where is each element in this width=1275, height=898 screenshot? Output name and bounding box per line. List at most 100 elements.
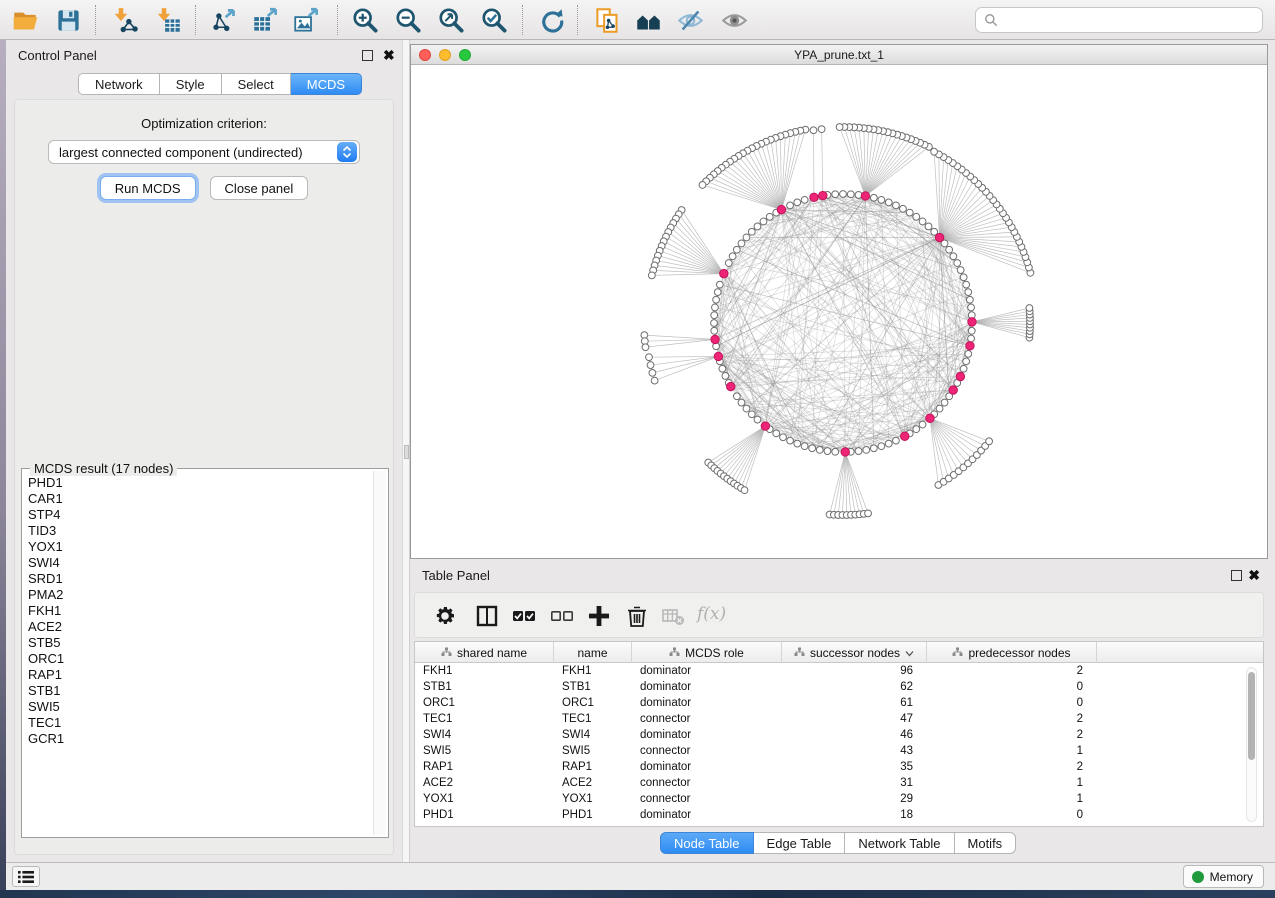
cell-successor-nodes[interactable]: 46 (782, 727, 927, 743)
float-table-panel-icon[interactable] (1231, 570, 1242, 581)
cell-predecessor-nodes[interactable]: 1 (927, 743, 1097, 759)
network-node[interactable] (733, 393, 740, 400)
network-node[interactable] (801, 443, 808, 450)
export-network-icon[interactable] (211, 7, 238, 34)
network-node[interactable] (754, 223, 761, 230)
network-node[interactable] (766, 213, 773, 220)
mcds-node-item[interactable]: STB5 (24, 635, 372, 651)
network-node[interactable] (855, 448, 862, 455)
cell-predecessor-nodes[interactable]: 1 (927, 775, 1097, 791)
network-leaf-node[interactable] (699, 182, 706, 189)
mcds-hub-node[interactable] (956, 372, 964, 380)
tab-mcds[interactable]: MCDS (291, 73, 362, 95)
cell-successor-nodes[interactable]: 96 (782, 663, 927, 679)
network-node[interactable] (832, 448, 839, 455)
cell-successor-nodes[interactable]: 31 (782, 775, 927, 791)
table-row[interactable]: ACE2ACE2connector311 (415, 775, 1263, 791)
zoom-fit-icon[interactable] (438, 7, 465, 34)
network-node[interactable] (738, 399, 745, 406)
network-node[interactable] (713, 296, 720, 303)
network-canvas[interactable] (411, 65, 1267, 558)
cell-MCDS-role[interactable]: connector (632, 791, 782, 807)
network-node[interactable] (885, 440, 892, 447)
mcds-node-item[interactable]: FKH1 (24, 603, 372, 619)
column-header-predecessor-nodes[interactable]: predecessor nodes (927, 642, 1097, 663)
network-leaf-node[interactable] (986, 438, 993, 445)
network-leaf-node[interactable] (1026, 305, 1033, 312)
task-history-button[interactable] (12, 866, 40, 887)
cell-MCDS-role[interactable]: dominator (632, 679, 782, 695)
mcds-hub-node[interactable] (714, 352, 722, 360)
network-node[interactable] (748, 411, 755, 418)
mcds-hub-node[interactable] (949, 386, 957, 394)
cell-shared-name[interactable]: SWI5 (415, 743, 554, 759)
search-input[interactable] (1003, 13, 1262, 27)
mcds-hub-node[interactable] (810, 193, 818, 201)
network-node[interactable] (748, 228, 755, 235)
column-header-MCDS-role[interactable]: MCDS role (632, 642, 782, 663)
mcds-node-item[interactable]: CAR1 (24, 491, 372, 507)
cell-name[interactable]: PHD1 (554, 807, 632, 823)
memory-button[interactable]: Memory (1183, 865, 1264, 888)
network-node[interactable] (925, 223, 932, 230)
cell-name[interactable]: RAP1 (554, 759, 632, 775)
network-node[interactable] (870, 194, 877, 201)
network-node[interactable] (816, 446, 823, 453)
cell-MCDS-role[interactable]: dominator (632, 759, 782, 775)
network-node[interactable] (913, 426, 920, 433)
zoom-in-icon[interactable] (352, 7, 379, 34)
network-node[interactable] (714, 289, 721, 296)
cell-successor-nodes[interactable]: 62 (782, 679, 927, 695)
table-row[interactable]: FKH1FKH1dominator962 (415, 663, 1263, 679)
node-table[interactable]: shared namenameMCDS rolesuccessor nodesp… (414, 641, 1264, 827)
cell-shared-name[interactable]: ACE2 (415, 775, 554, 791)
network-node[interactable] (787, 202, 794, 209)
cell-MCDS-role[interactable]: dominator (632, 727, 782, 743)
cell-shared-name[interactable]: FKH1 (415, 663, 554, 679)
table-row[interactable]: STB1STB1dominator620 (415, 679, 1263, 695)
network-node[interactable] (725, 260, 732, 267)
run-mcds-button[interactable]: Run MCDS (100, 176, 196, 200)
mcds-node-item[interactable]: GCR1 (24, 731, 372, 747)
table-row[interactable]: RAP1RAP1dominator352 (415, 759, 1263, 775)
delete-table-icon[interactable] (661, 604, 685, 628)
cell-MCDS-role[interactable]: dominator (632, 695, 782, 711)
cell-MCDS-role[interactable]: connector (632, 775, 782, 791)
apply-layout-icon[interactable] (538, 7, 565, 34)
mcds-hub-node[interactable] (711, 335, 719, 343)
network-node[interactable] (893, 437, 900, 444)
mcds-hub-node[interactable] (841, 448, 849, 456)
cell-shared-name[interactable]: ORC1 (415, 695, 554, 711)
network-node[interactable] (906, 209, 913, 216)
mcds-hub-node[interactable] (968, 318, 976, 326)
network-node[interactable] (966, 296, 973, 303)
mcds-hub-node[interactable] (926, 414, 934, 422)
network-node[interactable] (743, 234, 750, 241)
cell-name[interactable]: STB1 (554, 679, 632, 695)
table-scrollbar-thumb[interactable] (1248, 672, 1255, 760)
cell-predecessor-nodes[interactable]: 2 (927, 759, 1097, 775)
tab-edge-table[interactable]: Edge Table (754, 832, 846, 854)
network-leaf-node[interactable] (741, 487, 748, 494)
tab-network[interactable]: Network (78, 73, 160, 95)
tab-style[interactable]: Style (160, 73, 222, 95)
panel-splitter[interactable] (402, 40, 410, 862)
import-table-icon[interactable] (155, 7, 182, 34)
network-node[interactable] (712, 304, 719, 311)
table-scrollbar[interactable] (1246, 667, 1257, 822)
export-table-icon[interactable] (252, 7, 279, 34)
network-leaf-node[interactable] (818, 126, 825, 133)
network-leaf-node[interactable] (647, 362, 654, 369)
network-node[interactable] (950, 253, 957, 260)
cell-shared-name[interactable]: RAP1 (415, 759, 554, 775)
mcds-node-item[interactable]: PMA2 (24, 587, 372, 603)
network-node[interactable] (733, 246, 740, 253)
mcds-hub-node[interactable] (819, 191, 827, 199)
mcds-node-item[interactable]: TID3 (24, 523, 372, 539)
mcds-node-item[interactable]: ORC1 (24, 651, 372, 667)
network-node[interactable] (794, 440, 801, 447)
network-node[interactable] (965, 350, 972, 357)
cell-name[interactable]: YOX1 (554, 791, 632, 807)
network-node[interactable] (722, 373, 729, 380)
mcds-node-item[interactable]: ACE2 (24, 619, 372, 635)
